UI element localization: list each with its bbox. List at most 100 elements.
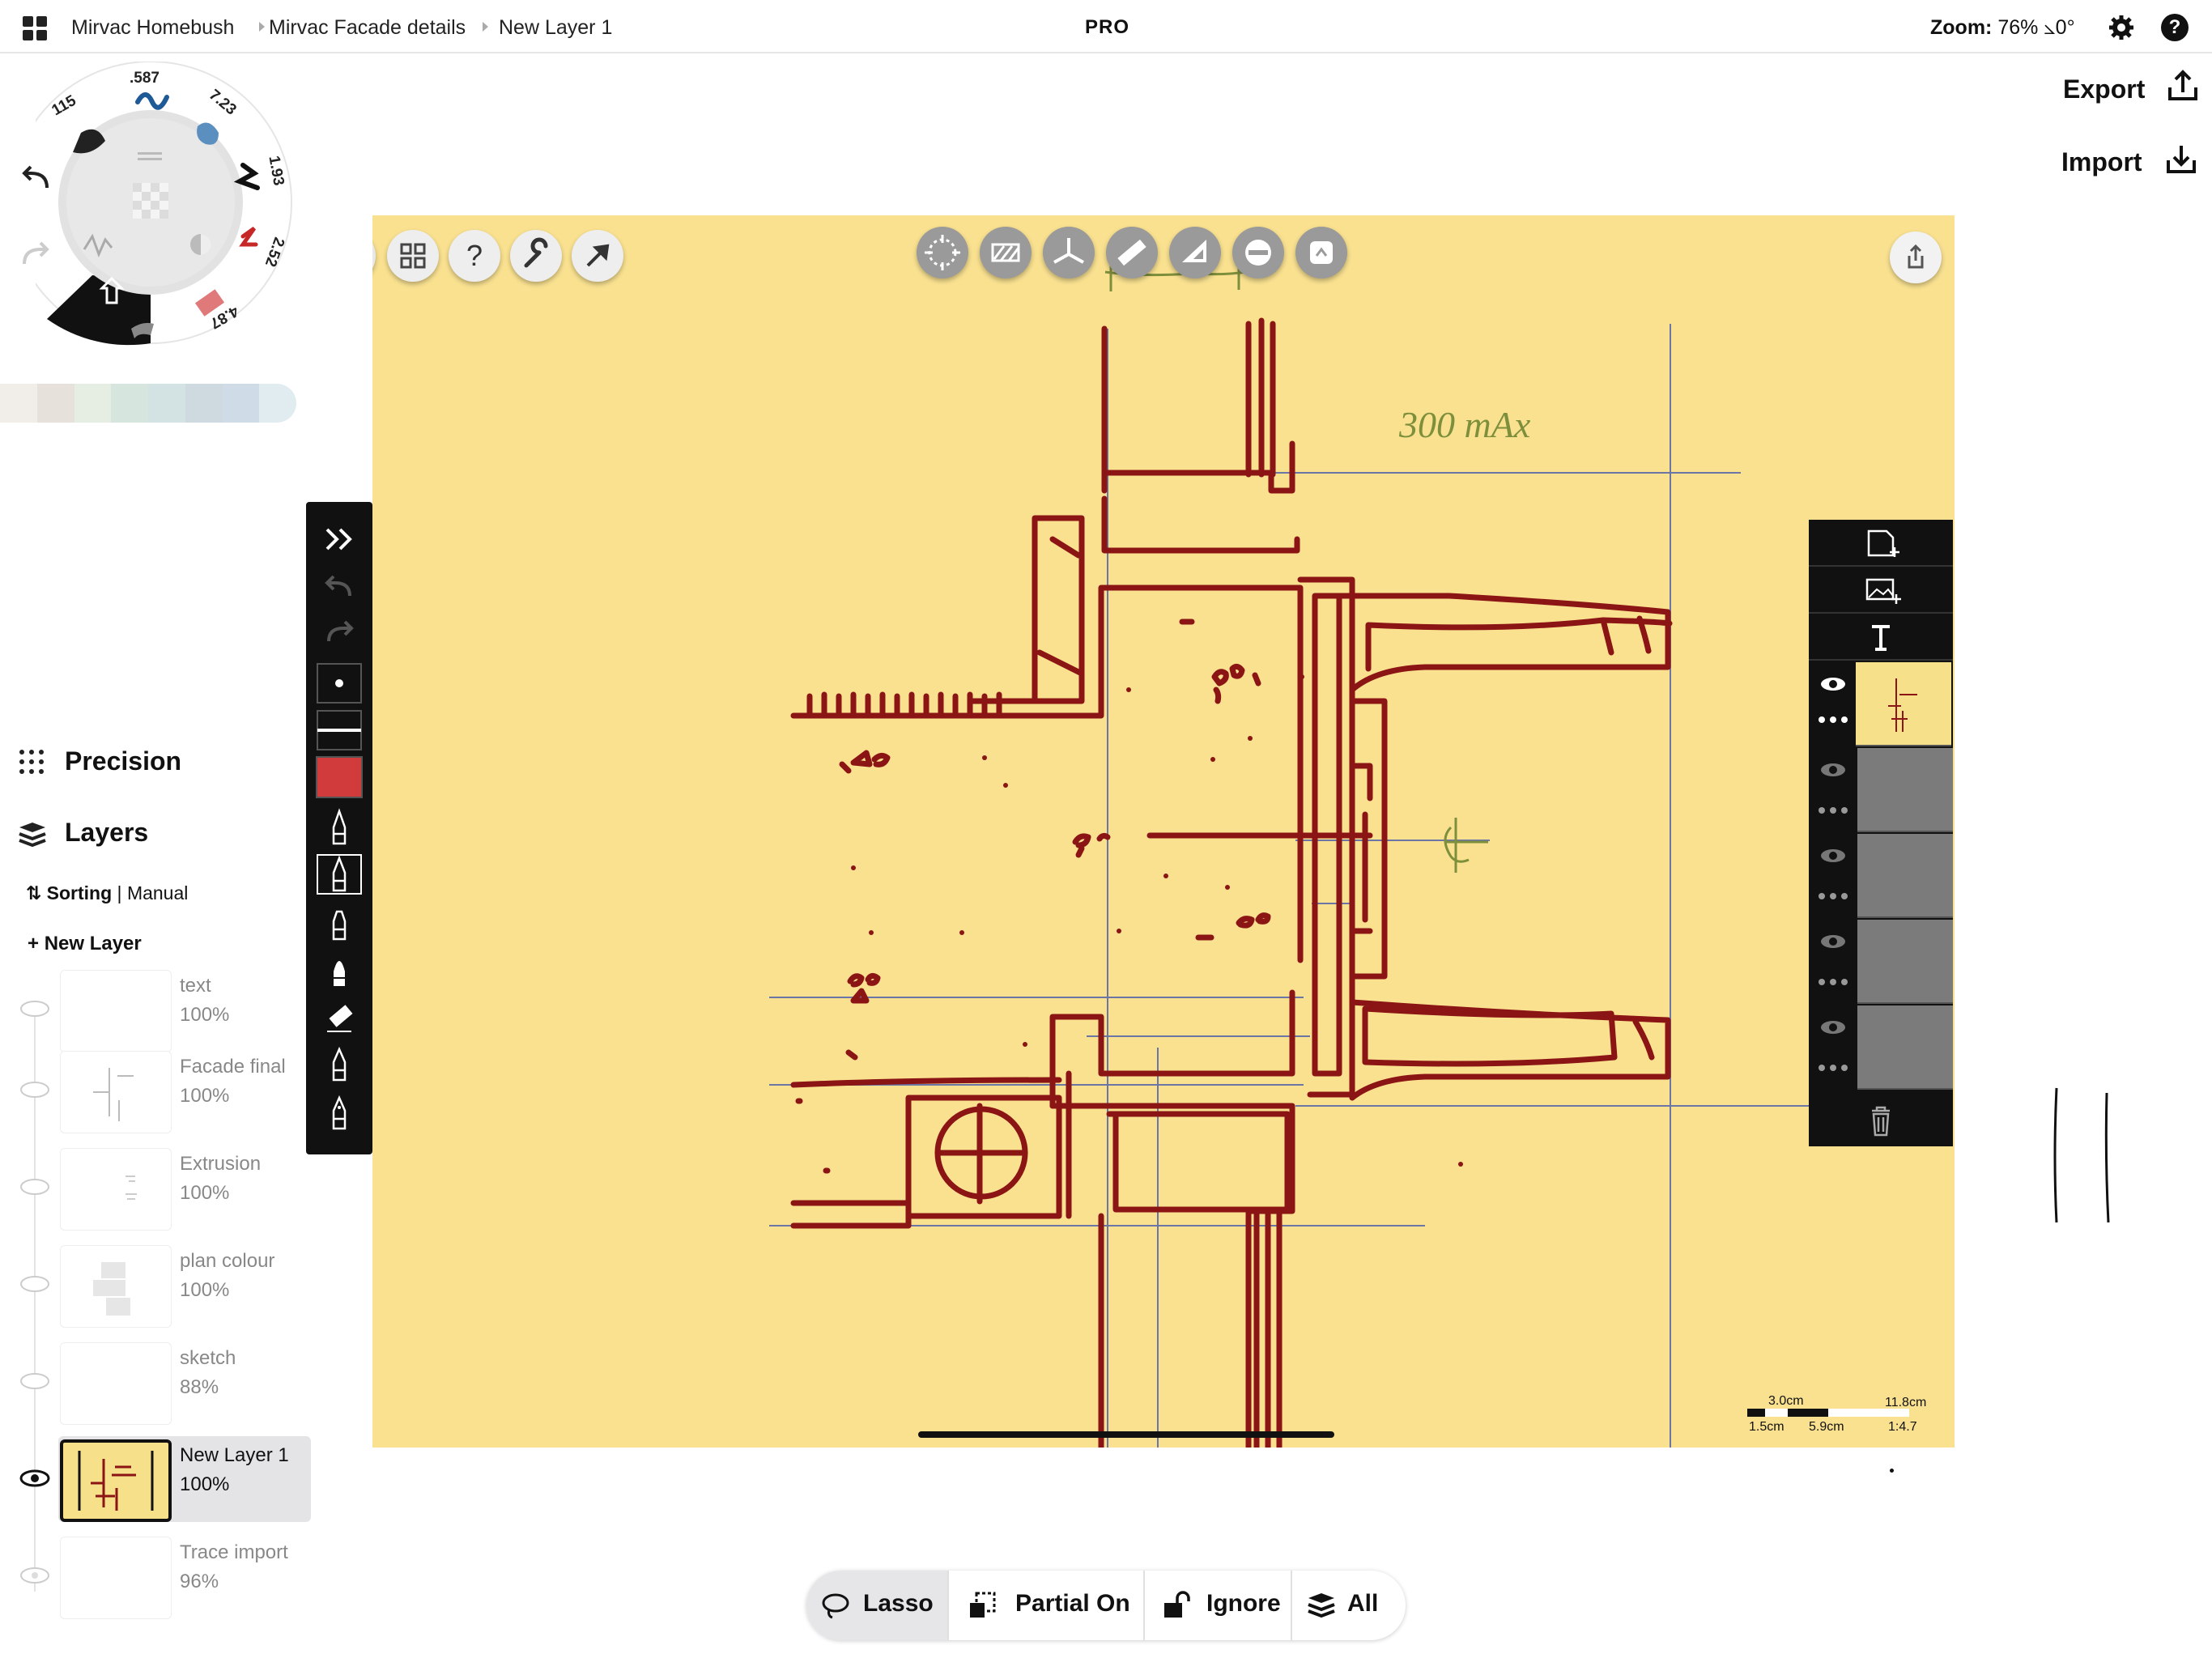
- sorting-toggle[interactable]: ⇅ Sorting | Manual: [26, 882, 188, 904]
- partial-on-button[interactable]: Partial On: [949, 1571, 1143, 1640]
- redo-icon[interactable]: [316, 612, 363, 654]
- gallery-grid-icon[interactable]: [23, 16, 47, 40]
- fineliner-tool-icon[interactable]: [316, 902, 363, 944]
- palette-swatch[interactable]: [36, 384, 74, 423]
- more-dots-icon[interactable]: [1817, 1064, 1849, 1072]
- eye-hidden-icon[interactable]: [19, 1274, 50, 1294]
- import-image-button[interactable]: [1809, 567, 1953, 614]
- pen-tool-icon[interactable]: [316, 806, 363, 848]
- layer-row-active[interactable]: New Layer 1 100%: [0, 1436, 311, 1525]
- eye-icon[interactable]: [1819, 933, 1848, 950]
- undo-icon[interactable]: [316, 567, 363, 609]
- eye-hidden-icon[interactable]: [19, 1566, 50, 1585]
- ignore-button[interactable]: Ignore: [1145, 1571, 1291, 1640]
- grid-toggle-button[interactable]: [372, 230, 376, 282]
- layer-row[interactable]: text 100%: [0, 967, 311, 1056]
- eraser-tool-icon[interactable]: [316, 996, 363, 1038]
- home-indicator[interactable]: [918, 1431, 1334, 1438]
- color-palette[interactable]: [0, 384, 296, 423]
- all-layers-button[interactable]: All: [1292, 1571, 1406, 1640]
- transform-button[interactable]: [917, 227, 968, 278]
- shape-guide-button[interactable]: [1232, 227, 1284, 278]
- layout-button[interactable]: [387, 230, 439, 282]
- lasso-button[interactable]: Lasso: [806, 1571, 947, 1640]
- layer-name: New Layer 1: [180, 1444, 289, 1466]
- palette-swatch[interactable]: [148, 384, 185, 423]
- eye-icon[interactable]: [1819, 1018, 1848, 1036]
- brush-tool-icon[interactable]: [316, 949, 363, 991]
- arrow-icon: [586, 244, 610, 267]
- undo-icon[interactable]: [19, 164, 52, 193]
- eye-icon[interactable]: [1819, 761, 1848, 779]
- scale-ratio: 1:4.7: [1888, 1420, 1917, 1434]
- palette-swatch[interactable]: [74, 384, 112, 423]
- layers-label: Layers: [65, 818, 149, 847]
- new-layer-button[interactable]: + New Layer: [28, 933, 142, 955]
- brush-toolbar: [306, 502, 372, 1154]
- quick-layer-row[interactable]: [1809, 834, 1953, 918]
- quick-layer-row[interactable]: [1809, 748, 1953, 832]
- quick-layer-row[interactable]: [1809, 920, 1953, 1004]
- stamp-button[interactable]: [1295, 227, 1347, 278]
- drawing-canvas[interactable]: 300 mAx ? 3.0cm 11.8cm 1.5cm 5.9cm 1:4.7: [372, 215, 1955, 1448]
- perspective-button[interactable]: [1043, 227, 1095, 278]
- eye-hidden-icon[interactable]: [19, 1080, 50, 1099]
- palette-swatch[interactable]: [222, 384, 260, 423]
- import-button[interactable]: Import: [2061, 146, 2196, 177]
- more-dots-icon[interactable]: [1817, 716, 1849, 724]
- palette-swatch[interactable]: [0, 384, 37, 423]
- layer-name: plan colour: [180, 1250, 275, 1272]
- pencil-tool-icon[interactable]: [316, 853, 363, 895]
- scale-label: 3.0cm: [1768, 1394, 1804, 1408]
- layer-row[interactable]: Extrusion 100%: [0, 1145, 311, 1234]
- zoom-indicator[interactable]: Zoom: 76% ⦣0°: [1930, 16, 2075, 40]
- more-dots-icon[interactable]: [1817, 806, 1849, 814]
- breadcrumb-drawing[interactable]: Mirvac Facade details: [269, 16, 466, 40]
- brush-color-swatch[interactable]: [316, 756, 363, 798]
- eye-icon[interactable]: [19, 1469, 50, 1488]
- brush-opacity-icon[interactable]: [316, 709, 363, 751]
- eye-icon[interactable]: [1819, 675, 1848, 693]
- quick-layer-row[interactable]: [1809, 662, 1953, 746]
- airbrush-tool-icon[interactable]: [316, 1091, 363, 1133]
- quick-layer-row[interactable]: [1809, 1005, 1953, 1090]
- layer-opacity: 88%: [180, 1376, 219, 1398]
- more-dots-icon[interactable]: [1817, 892, 1849, 900]
- select-arrow-button[interactable]: [572, 230, 623, 282]
- export-button[interactable]: Export: [2063, 70, 2197, 104]
- gear-icon[interactable]: [2108, 14, 2135, 41]
- brush-size-dot-icon[interactable]: [316, 662, 363, 704]
- svg-text:?: ?: [466, 239, 483, 272]
- delete-layer-button[interactable]: [1809, 1096, 1953, 1146]
- triangle-ruler-button[interactable]: [1169, 227, 1221, 278]
- eye-hidden-icon[interactable]: [19, 1371, 50, 1391]
- breadcrumb-layer[interactable]: New Layer 1: [499, 16, 612, 40]
- more-dots-icon[interactable]: [1817, 978, 1849, 986]
- breadcrumb-project[interactable]: Mirvac Homebush: [71, 16, 234, 40]
- tool-wheel[interactable]: .587 7.23 1.93 2.52 4.87 115: [9, 61, 298, 364]
- palette-swatch[interactable]: [111, 384, 148, 423]
- eye-hidden-icon[interactable]: [19, 999, 50, 1018]
- settings-button[interactable]: [510, 230, 562, 282]
- layer-row[interactable]: Trace import 96%: [0, 1533, 311, 1622]
- share-canvas-button[interactable]: [1890, 232, 1942, 283]
- share-icon: [1908, 244, 1924, 269]
- fill-hatch-button[interactable]: [980, 227, 1032, 278]
- add-text-button[interactable]: [1809, 614, 1953, 661]
- help-button[interactable]: ?: [449, 230, 500, 282]
- eye-icon[interactable]: [1819, 847, 1848, 865]
- layer-row[interactable]: Facade final 100%: [0, 1048, 311, 1137]
- zoom-label: Zoom:: [1930, 16, 1993, 39]
- palette-swatch[interactable]: [259, 384, 296, 423]
- layer-row[interactable]: plan colour 100%: [0, 1242, 311, 1331]
- layer-thumbnail: [60, 1439, 172, 1522]
- add-layer-button[interactable]: [1809, 520, 1953, 567]
- ruler-button[interactable]: [1106, 227, 1158, 278]
- redo-icon[interactable]: [19, 240, 52, 269]
- layer-row[interactable]: sketch 88%: [0, 1339, 311, 1428]
- eye-hidden-icon[interactable]: [19, 1177, 50, 1197]
- palette-swatch[interactable]: [185, 384, 223, 423]
- marker-tool-icon[interactable]: [316, 1043, 363, 1085]
- collapse-chevrons-icon[interactable]: [316, 518, 363, 560]
- help-icon[interactable]: ?: [2161, 14, 2189, 41]
